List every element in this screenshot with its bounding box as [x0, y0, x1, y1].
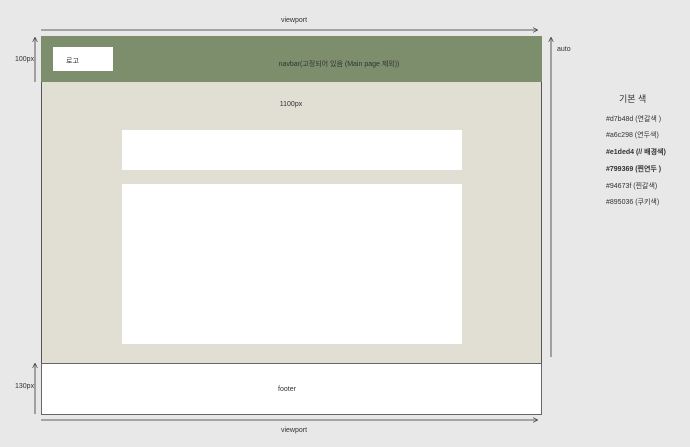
- legend-title: 기본 색: [619, 94, 647, 104]
- navbar-height-label: 100px: [15, 56, 35, 63]
- legend-item: #94673f (찐갈색): [606, 183, 658, 190]
- legend-item: #895036 (쿠키색): [606, 199, 660, 206]
- viewport-top-label: viewport: [280, 17, 308, 24]
- content-width-label: 1100px: [279, 101, 303, 108]
- content-box-bottom: [122, 184, 462, 344]
- legend-item: #799369 (찐연두 ): [606, 166, 662, 173]
- legend-item: #d7b48d (연갈색 ): [606, 116, 662, 123]
- legend-item: #a6c298 (연두색): [606, 132, 659, 139]
- logo-box: [53, 47, 113, 71]
- legend-item: #e1ded4 (// 배경색): [606, 149, 666, 156]
- navbar-label: navbar(고정되어 있음 (Main page 제외)): [278, 61, 400, 68]
- logo-label: 로고: [66, 58, 79, 65]
- auto-height-label: auto: [557, 46, 571, 53]
- footer-label: footer: [278, 386, 296, 393]
- footer-height-label: 130px: [15, 383, 35, 390]
- viewport-bottom-label: viewport: [280, 427, 308, 434]
- content-box-top: [122, 130, 462, 170]
